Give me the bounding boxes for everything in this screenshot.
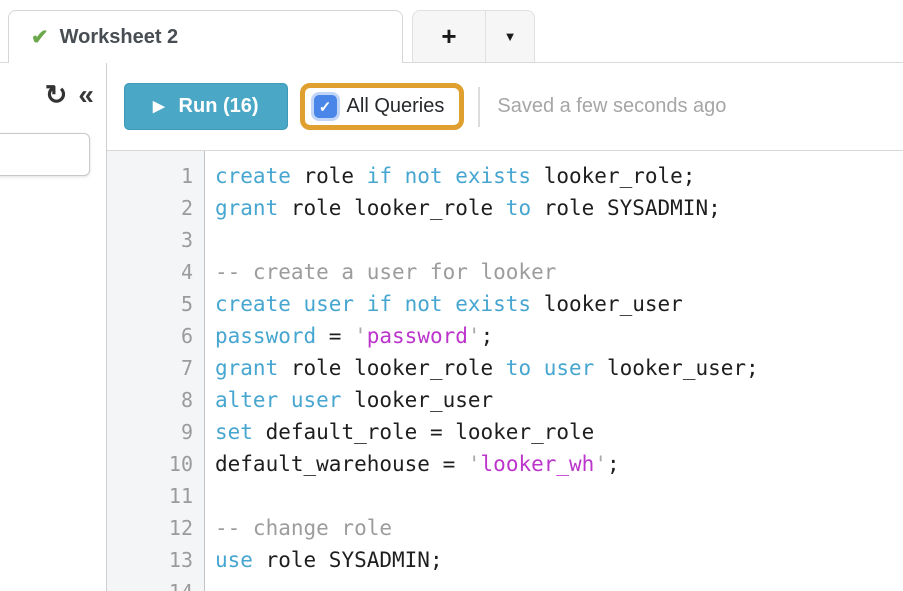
line-number: 6: [107, 320, 204, 352]
checkmark-icon: ✓: [319, 98, 332, 116]
code-token-plain: role SYSADMIN;: [253, 548, 443, 572]
object-sidebar: ↻ «: [0, 63, 107, 591]
code-token-plain: ;: [481, 324, 494, 348]
sql-editor[interactable]: 1234567891011121314 create role if not e…: [107, 150, 903, 591]
code-line: password = 'password';: [215, 320, 903, 352]
code-line: default_warehouse = 'looker_wh';: [215, 448, 903, 480]
code-token-plain: looker_user;: [594, 356, 758, 380]
worksheet-menu-button[interactable]: ▼: [486, 11, 534, 62]
code-line: [215, 224, 903, 256]
tab-bar: ✔ Worksheet 2 + ▼: [0, 0, 903, 63]
all-queries-checkbox[interactable]: ✓: [314, 95, 337, 118]
tab-label: Worksheet 2: [60, 26, 179, 49]
sidebar-search-input[interactable]: [0, 133, 90, 176]
code-token-keyword: create user if not exists: [215, 292, 531, 316]
line-number: 9: [107, 416, 204, 448]
code-token-comment: -- change role: [215, 516, 392, 540]
worksheet-content: ▶ Run (16) ✓ All Queries Saved a few sec…: [107, 63, 903, 591]
line-number: 3: [107, 224, 204, 256]
tab-controls: + ▼: [412, 10, 535, 62]
code-line: [215, 576, 903, 591]
refresh-icon[interactable]: ↻: [45, 82, 68, 109]
code-token-plain: role looker_role: [278, 196, 506, 220]
code-line: grant role looker_role to user looker_us…: [215, 352, 903, 384]
line-number: 7: [107, 352, 204, 384]
line-number: 13: [107, 544, 204, 576]
code-token-plain: looker_user: [531, 292, 683, 316]
check-icon: ✔: [31, 27, 49, 48]
all-queries-highlight-ring: ✓ All Queries: [300, 83, 465, 130]
code-token-keyword: if not exists: [367, 164, 531, 188]
code-token-keyword: alter user: [215, 388, 341, 412]
code-line: [215, 480, 903, 512]
line-number: 1: [107, 160, 204, 192]
code-line: create role if not exists looker_role;: [215, 160, 903, 192]
code-line: use role SYSADMIN;: [215, 544, 903, 576]
line-number: 2: [107, 192, 204, 224]
code-line: -- change role: [215, 512, 903, 544]
line-number: 8: [107, 384, 204, 416]
code-token-string: looker_wh: [481, 452, 595, 476]
code-token-keyword: create: [215, 164, 291, 188]
code-token-plain: looker_user: [341, 388, 493, 412]
sidebar-icons: ↻ «: [0, 81, 106, 109]
caret-down-icon: ▼: [504, 29, 517, 44]
line-number-gutter: 1234567891011121314: [107, 151, 205, 591]
code-token-keyword: password: [215, 324, 316, 348]
all-queries-label: All Queries: [347, 95, 445, 118]
code-token-quote: ': [468, 452, 481, 476]
line-number: 10: [107, 448, 204, 480]
code-token-plain: default_warehouse =: [215, 452, 468, 476]
code-token-keyword: use: [215, 548, 253, 572]
code-token-plain: role SYSADMIN;: [531, 196, 721, 220]
code-line: alter user looker_user: [215, 384, 903, 416]
code-line: grant role looker_role to role SYSADMIN;: [215, 192, 903, 224]
code-token-plain: default_role = looker_role: [253, 420, 594, 444]
toolbar-divider: [478, 87, 480, 127]
collapse-sidebar-icon[interactable]: «: [78, 81, 92, 109]
new-worksheet-button[interactable]: +: [413, 11, 486, 62]
code-token-plain: looker_role;: [531, 164, 695, 188]
run-button[interactable]: ▶ Run (16): [124, 83, 288, 130]
main-area: ↻ « ▶ Run (16) ✓ All Queries Saved a few…: [0, 63, 903, 591]
code-token-plain: role looker_role: [278, 356, 506, 380]
line-number: 14: [107, 576, 204, 591]
code-token-keyword: grant: [215, 356, 278, 380]
code-token-keyword: set: [215, 420, 253, 444]
code-line: create user if not exists looker_user: [215, 288, 903, 320]
code-token-plain: ;: [607, 452, 620, 476]
line-number: 11: [107, 480, 204, 512]
code-line: set default_role = looker_role: [215, 416, 903, 448]
code-token-quote: ': [354, 324, 367, 348]
code-token-keyword: grant: [215, 196, 278, 220]
toolbar: ▶ Run (16) ✓ All Queries Saved a few sec…: [107, 63, 903, 150]
run-button-label: Run (16): [179, 95, 259, 118]
play-icon: ▶: [153, 99, 165, 114]
tab-worksheet-2[interactable]: ✔ Worksheet 2: [8, 10, 403, 63]
code-area[interactable]: create role if not exists looker_role;gr…: [205, 151, 903, 591]
code-token-comment: -- create a user for looker: [215, 260, 556, 284]
code-token-plain: role: [291, 164, 367, 188]
code-token-keyword: to user: [506, 356, 595, 380]
line-number: 4: [107, 256, 204, 288]
code-token-quote: ': [594, 452, 607, 476]
code-token-string: password: [367, 324, 468, 348]
saved-status: Saved a few seconds ago: [497, 95, 726, 118]
code-token-keyword: to: [506, 196, 531, 220]
code-line: -- create a user for looker: [215, 256, 903, 288]
line-number: 12: [107, 512, 204, 544]
code-token-quote: ': [468, 324, 481, 348]
line-number: 5: [107, 288, 204, 320]
code-token-plain: =: [316, 324, 354, 348]
